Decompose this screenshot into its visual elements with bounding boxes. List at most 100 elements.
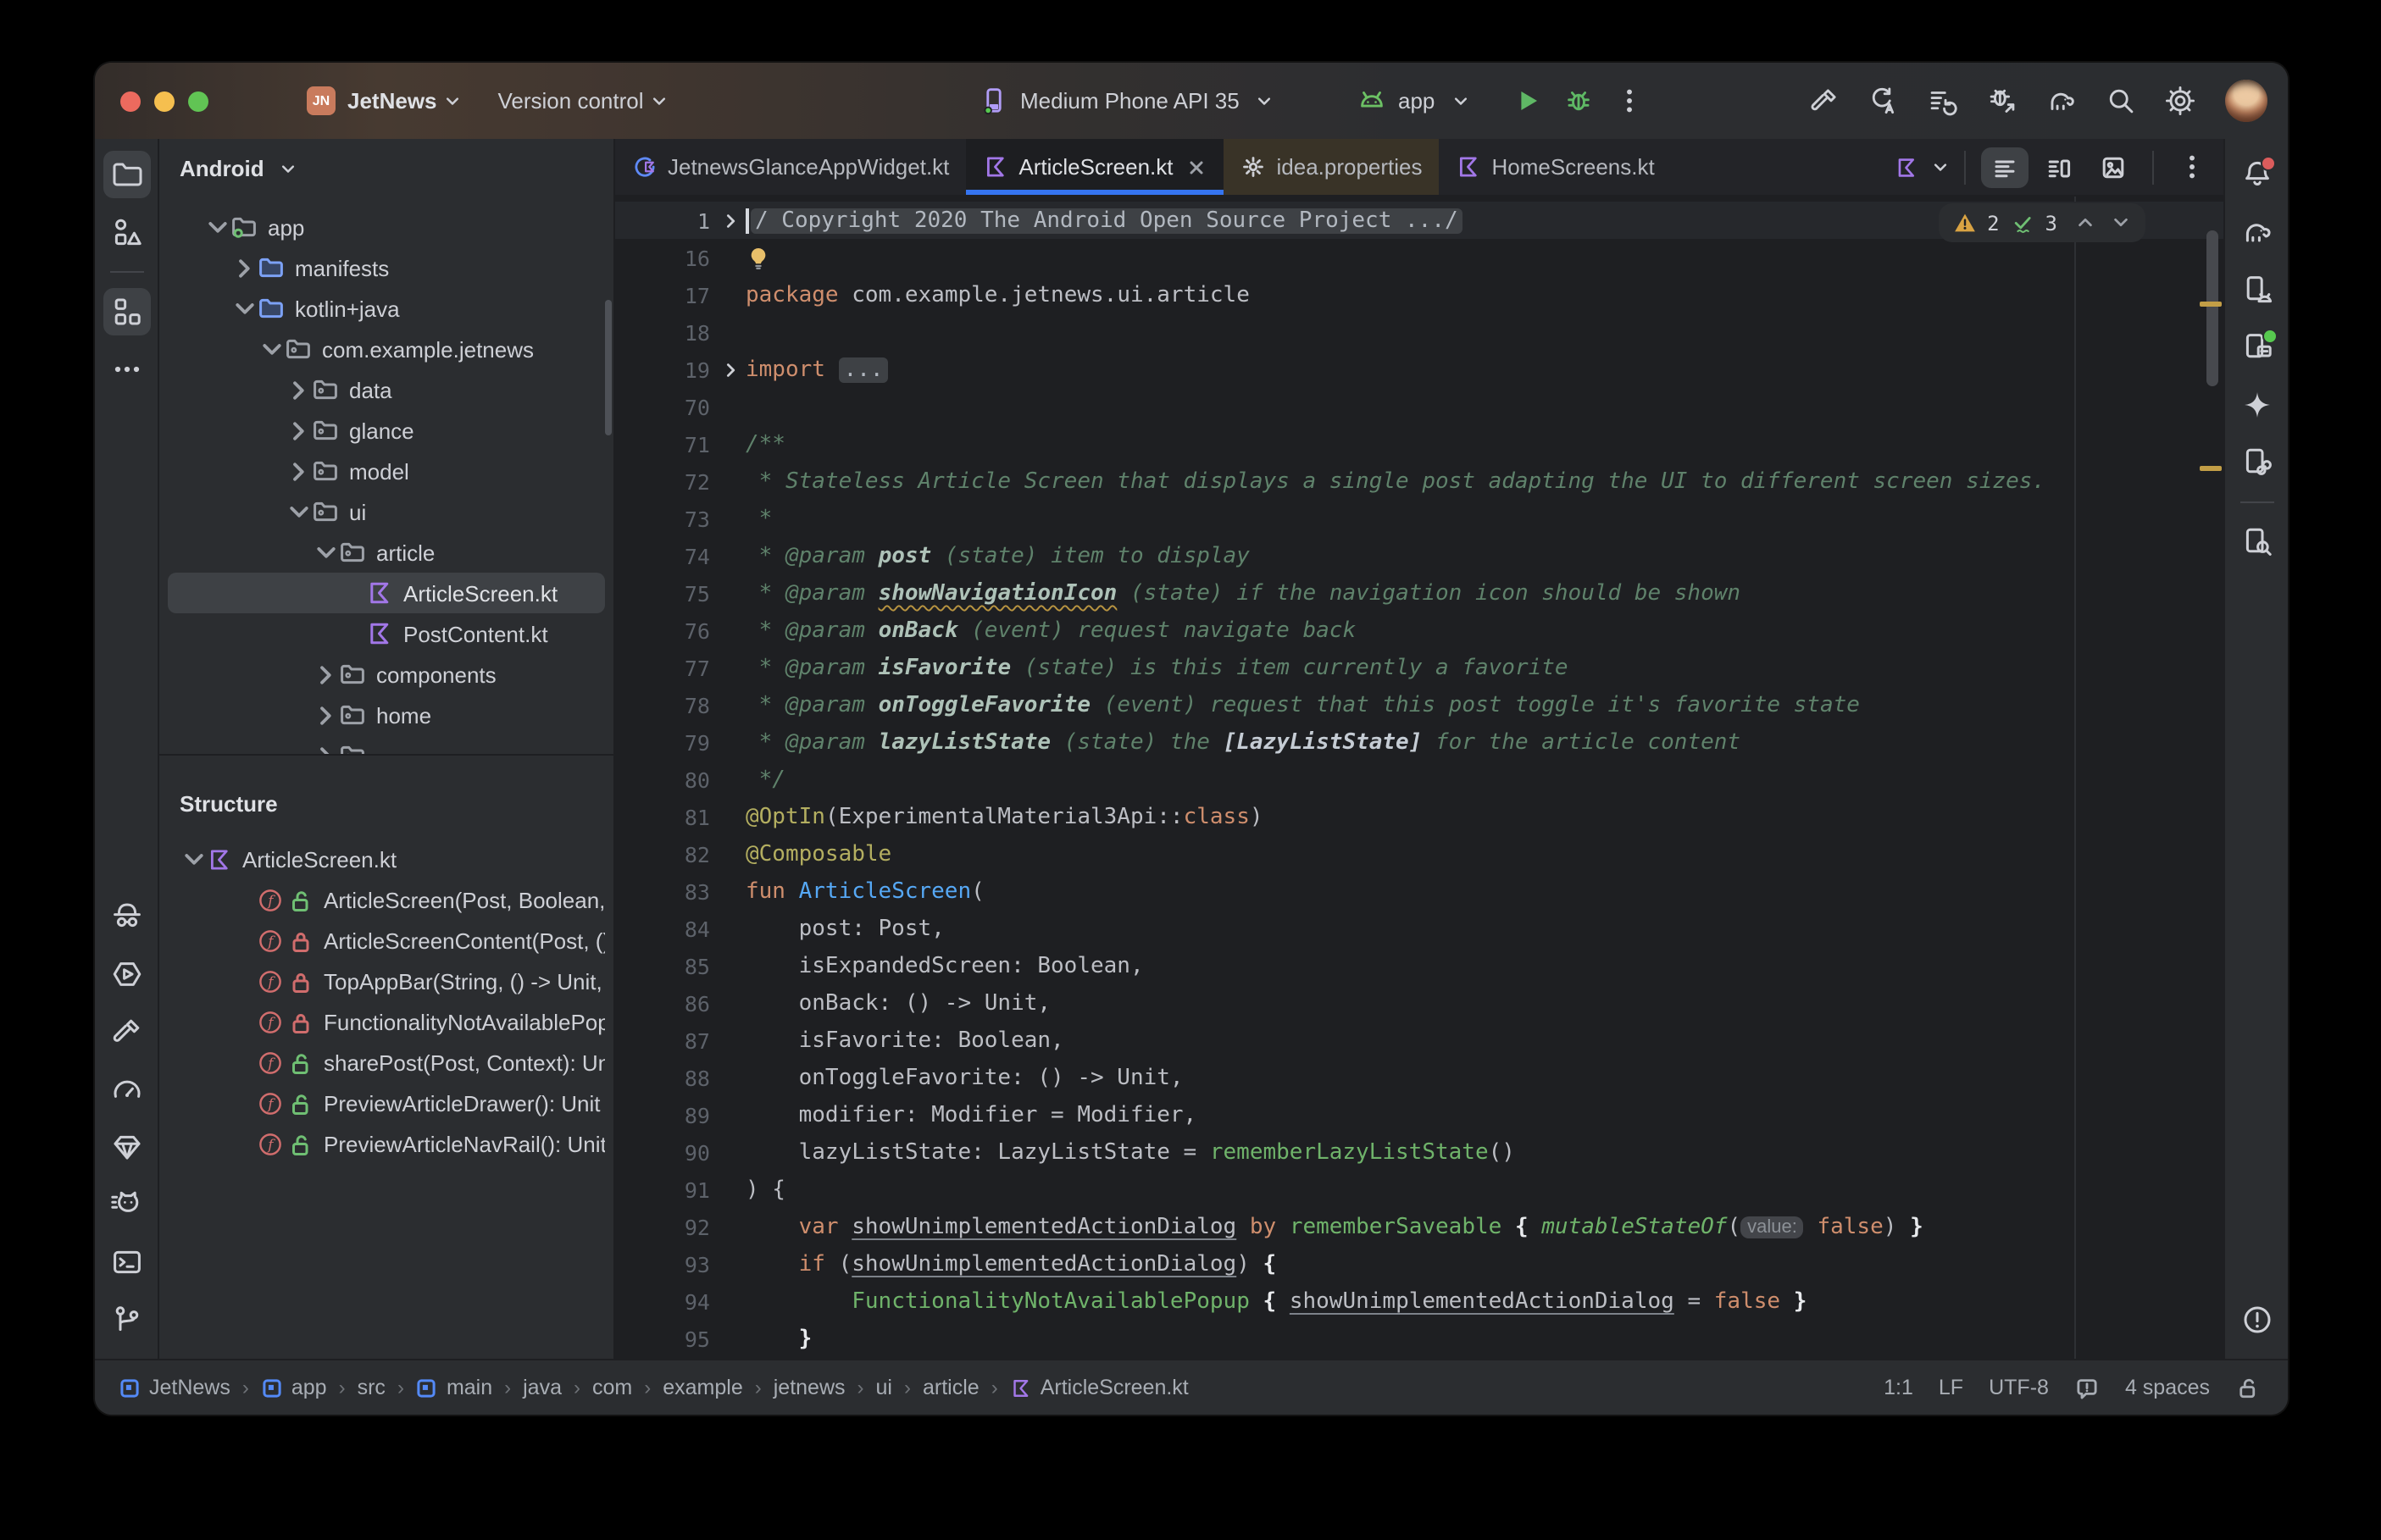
tree-item-partial[interactable] xyxy=(168,735,605,754)
inspection-highlight-icon[interactable] xyxy=(2074,1375,2100,1400)
code-line-95[interactable]: 95 } xyxy=(615,1320,2223,1357)
structure-item[interactable]: fTopAppBar(String, () -> Unit, xyxy=(168,961,605,1001)
encoding-widget[interactable]: UTF-8 xyxy=(1989,1376,2049,1399)
breadcrumb-java[interactable]: java xyxy=(523,1376,562,1399)
code-line-70[interactable]: 70 xyxy=(615,388,2223,425)
tool-window-button-more-tool-windows[interactable] xyxy=(103,346,150,393)
tool-window-button-gradle[interactable] xyxy=(2233,208,2280,256)
structure-item[interactable]: fsharePost(Post, Context): Un xyxy=(168,1042,605,1083)
code-line-80[interactable]: 80 */ xyxy=(615,761,2223,798)
breadcrumb-com[interactable]: com xyxy=(592,1376,632,1399)
close-tab-icon[interactable] xyxy=(1187,157,1207,177)
code-line-92[interactable]: 92 var showUnimplementedActionDialog by … xyxy=(615,1208,2223,1245)
structure-item[interactable]: ArticleScreen.kt xyxy=(168,839,605,879)
tool-window-button-terminal[interactable] xyxy=(103,1238,150,1286)
tool-window-button-run[interactable] xyxy=(103,950,150,998)
code-line-78[interactable]: 78 * @param onToggleFavorite (event) req… xyxy=(615,686,2223,723)
tool-window-button-resource-manager[interactable] xyxy=(103,208,150,256)
code-line-88[interactable]: 88 onToggleFavorite: () -> Unit, xyxy=(615,1059,2223,1096)
code-line-90[interactable]: 90 lazyListState: LazyListState = rememb… xyxy=(615,1133,2223,1171)
tree-item-com-example-jetnews[interactable]: com.example.jetnews xyxy=(168,329,605,369)
code-view-button[interactable] xyxy=(1981,147,2029,187)
run-configuration-selector[interactable]: app xyxy=(1356,63,1651,139)
expand-chevron-icon[interactable] xyxy=(259,336,285,362)
breadcrumb-main[interactable]: main xyxy=(416,1376,492,1399)
code-line-87[interactable]: 87 isFavorite: Boolean, xyxy=(615,1022,2223,1059)
code-line-83[interactable]: 83fun ArticleScreen( xyxy=(615,872,2223,910)
code-line-72[interactable]: 72 * Stateless Article Screen that displ… xyxy=(615,463,2223,500)
line-ending-widget[interactable]: LF xyxy=(1939,1376,1963,1399)
collapse-chevron-icon[interactable] xyxy=(314,702,339,728)
gradle-sync-button[interactable] xyxy=(2039,79,2083,123)
code-line-74[interactable]: 74 * @param post (state) item to display xyxy=(615,537,2223,574)
tree-item-data[interactable]: data xyxy=(168,369,605,410)
next-problem-button[interactable] xyxy=(2112,213,2130,232)
tool-window-button-device-explorer[interactable] xyxy=(2233,518,2280,566)
code-line-71[interactable]: 71/** xyxy=(615,425,2223,463)
breadcrumb-article[interactable]: article xyxy=(923,1376,980,1399)
code-editor[interactable]: 1/ Copyright 2020 The Android Open Sourc… xyxy=(615,197,2223,1359)
tool-window-button-version-control[interactable] xyxy=(103,1296,150,1343)
structure-item[interactable]: fPreviewArticleNavRail(): Unit xyxy=(168,1123,605,1164)
code-line-73[interactable]: 73 * xyxy=(615,500,2223,537)
file-lock-icon[interactable] xyxy=(2235,1375,2261,1400)
breadcrumb-articlescreen-kt[interactable]: ArticleScreen.kt xyxy=(1010,1376,1189,1399)
editor-tab-jetnewsglanceappwidget-kt[interactable]: JetnewsGlanceAppWidget.kt xyxy=(615,139,966,195)
collapse-chevron-icon[interactable] xyxy=(286,458,312,484)
tool-window-button-running-devices[interactable] xyxy=(2233,324,2280,371)
code-line-77[interactable]: 77 * @param isFavorite (state) is this i… xyxy=(615,649,2223,686)
expand-chevron-icon[interactable] xyxy=(314,540,339,565)
user-avatar[interactable] xyxy=(2225,80,2267,122)
code-line-76[interactable]: 76 * @param onBack (event) request navig… xyxy=(615,612,2223,649)
apply-code-changes-button[interactable] xyxy=(1920,79,1964,123)
build-button[interactable] xyxy=(1801,79,1845,123)
tree-item-manifests[interactable]: manifests xyxy=(168,247,605,288)
structure-item[interactable]: fArticleScreen(Post, Boolean, xyxy=(168,879,605,920)
inspection-widget[interactable]: 2 3 xyxy=(1938,203,2145,242)
editor-tab-idea-properties[interactable]: idea.properties xyxy=(1224,139,1440,195)
close-window-button[interactable] xyxy=(120,91,141,111)
tool-window-button-device-manager[interactable] xyxy=(2233,266,2280,313)
collapse-chevron-icon[interactable] xyxy=(314,662,339,687)
code-line-82[interactable]: 82@Composable xyxy=(615,835,2223,872)
tool-window-button-structure[interactable] xyxy=(103,288,150,335)
editor-tab-articlescreen-kt[interactable]: ArticleScreen.kt xyxy=(966,139,1224,195)
tool-window-button-app-quality-insights[interactable] xyxy=(103,893,150,940)
collapse-chevron-icon[interactable] xyxy=(232,255,258,280)
editor-options-button[interactable] xyxy=(2169,145,2213,189)
tree-item-ui[interactable]: ui xyxy=(168,491,605,532)
code-line-81[interactable]: 81@OptIn(ExperimentalMaterial3Api::class… xyxy=(615,798,2223,835)
search-everywhere-button[interactable] xyxy=(2098,79,2142,123)
project-view-selector[interactable]: Android xyxy=(180,156,264,181)
code-line-94[interactable]: 94 FunctionalityNotAvailablePopup { show… xyxy=(615,1282,2223,1320)
tool-window-button-device-mirroring[interactable] xyxy=(2233,439,2280,486)
tree-item-articlescreen-kt[interactable]: ArticleScreen.kt xyxy=(168,573,605,613)
previous-problem-button[interactable] xyxy=(2076,213,2095,232)
split-view-button[interactable] xyxy=(2035,147,2083,187)
structure-item[interactable]: fPreviewArticleDrawer(): Unit xyxy=(168,1083,605,1123)
editor-tab-homescreens-kt[interactable]: HomeScreens.kt xyxy=(1440,139,1672,195)
structure-item[interactable]: fFunctionalityNotAvailablePop xyxy=(168,1001,605,1042)
tree-item-components[interactable]: components xyxy=(168,654,605,695)
tree-item-model[interactable]: model xyxy=(168,451,605,491)
fold-arrow-icon[interactable] xyxy=(722,211,741,230)
expand-chevron-icon[interactable] xyxy=(181,846,207,872)
code-line-18[interactable]: 18 xyxy=(615,313,2223,351)
code-line-84[interactable]: 84 post: Post, xyxy=(615,910,2223,947)
tree-item-app[interactable]: app xyxy=(168,207,605,247)
breadcrumb-src[interactable]: src xyxy=(358,1376,386,1399)
code-line-85[interactable]: 85 isExpandedScreen: Boolean, xyxy=(615,947,2223,984)
indent-widget[interactable]: 4 spaces xyxy=(2125,1376,2210,1399)
code-line-17[interactable]: 17package com.example.jetnews.ui.article xyxy=(615,276,2223,313)
expand-chevron-icon[interactable] xyxy=(205,214,230,240)
breadcrumb-app[interactable]: app xyxy=(261,1376,327,1399)
breadcrumb-ui[interactable]: ui xyxy=(876,1376,892,1399)
warning-stripe-mark[interactable] xyxy=(2200,466,2222,471)
code-line-79[interactable]: 79 * @param lazyListState (state) the [L… xyxy=(615,723,2223,761)
tree-item-postcontent-kt[interactable]: PostContent.kt xyxy=(168,613,605,654)
code-line-93[interactable]: 93 if (showUnimplementedActionDialog) { xyxy=(615,1245,2223,1282)
breadcrumb-example[interactable]: example xyxy=(663,1376,743,1399)
tree-item-glance[interactable]: glance xyxy=(168,410,605,451)
tool-window-button-logcat[interactable] xyxy=(103,1181,150,1228)
intention-lightbulb-icon[interactable] xyxy=(746,245,771,270)
